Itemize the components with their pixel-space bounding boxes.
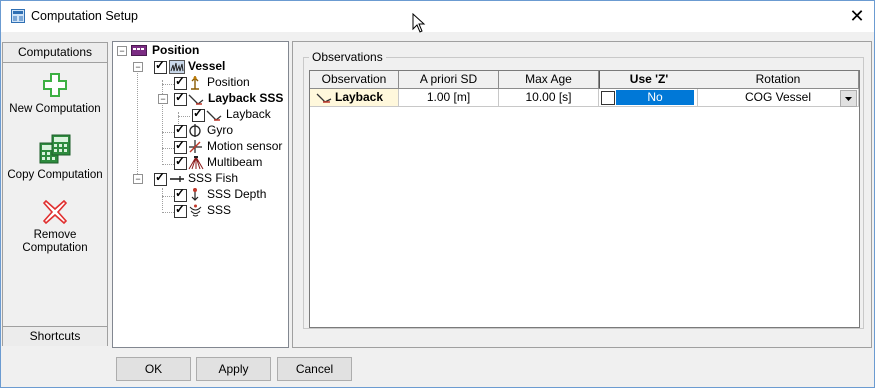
- computations-header[interactable]: Computations: [3, 43, 107, 63]
- mouse-cursor-icon: [412, 13, 426, 33]
- layback-icon: [316, 93, 332, 103]
- collapse-toggle[interactable]: −: [133, 174, 143, 184]
- new-computation-label: New Computation: [9, 103, 101, 115]
- layback-checkbox[interactable]: [192, 106, 205, 122]
- fish-icon: [170, 176, 184, 182]
- window-title: Computation Setup: [31, 9, 139, 23]
- tree-line: [162, 148, 174, 149]
- tree-item-sss-fish[interactable]: SSS Fish: [188, 170, 238, 186]
- calculator-icon: [39, 134, 71, 164]
- remove-computation-button[interactable]: Remove Computation: [3, 199, 107, 255]
- ok-button[interactable]: OK: [116, 357, 191, 381]
- tree-line: [162, 212, 174, 213]
- motion-sensor-icon: [189, 140, 202, 153]
- remove-x-icon: [42, 199, 68, 225]
- tree-item-multibeam[interactable]: Multibeam: [207, 154, 262, 170]
- antenna-icon: [191, 76, 199, 90]
- observations-grid: Observation A priori SD Max Age Use 'Z' …: [309, 70, 860, 328]
- remove-computation-label: Remove Computation: [22, 229, 88, 254]
- tree-item-sss-depth[interactable]: SSS Depth: [207, 186, 266, 202]
- multibeam-icon: [188, 156, 204, 170]
- app-icon: [11, 9, 25, 23]
- tree-item-vessel[interactable]: Vessel: [188, 58, 225, 74]
- collapse-toggle[interactable]: −: [117, 46, 127, 56]
- tree-item-layback-sss[interactable]: Layback SSS: [208, 90, 283, 106]
- rotation-dropdown[interactable]: COG Vessel: [698, 89, 859, 107]
- motion-sensor-checkbox[interactable]: [174, 138, 187, 154]
- layback-icon: [188, 94, 204, 105]
- sss-checkbox[interactable]: [174, 202, 187, 218]
- layback-sss-checkbox[interactable]: [174, 90, 187, 106]
- tree-item-position-root[interactable]: Position: [152, 42, 199, 58]
- tree-line: [137, 64, 138, 178]
- tree-line: [178, 116, 190, 117]
- tree-line: [162, 164, 174, 165]
- max-age-cell[interactable]: 10.00 [s]: [499, 89, 599, 107]
- a-priori-sd-cell[interactable]: 1.00 [m]: [399, 89, 499, 107]
- tree-line: [162, 196, 174, 197]
- apply-button[interactable]: Apply: [196, 357, 271, 381]
- tree-line: [162, 84, 174, 85]
- cancel-button[interactable]: Cancel: [277, 357, 352, 381]
- observations-group-label: Observations: [309, 50, 386, 64]
- tree-item-gyro[interactable]: Gyro: [207, 122, 233, 138]
- layback-icon: [206, 110, 222, 121]
- sonar-icon: [189, 204, 202, 217]
- sensor-tree: − Position − Vessel Position − Layback S…: [112, 41, 289, 348]
- sss-depth-checkbox[interactable]: [174, 186, 187, 202]
- column-header-max-age[interactable]: Max Age: [499, 71, 599, 89]
- shortcuts-header[interactable]: Shortcuts: [3, 326, 107, 346]
- column-header-observation[interactable]: Observation: [310, 71, 399, 89]
- tree-item-motion-sensor[interactable]: Motion sensor: [207, 138, 282, 154]
- copy-computation-label: Copy Computation: [7, 169, 103, 181]
- copy-computation-button[interactable]: Copy Computation: [3, 133, 107, 181]
- column-header-a-priori-sd[interactable]: A priori SD: [399, 71, 499, 89]
- position-checkbox[interactable]: [174, 74, 187, 90]
- close-button[interactable]: ✕: [846, 5, 868, 27]
- tree-item-position[interactable]: Position: [207, 74, 250, 90]
- observation-cell[interactable]: Layback: [310, 89, 399, 107]
- tree-item-layback[interactable]: Layback: [226, 106, 271, 122]
- gyro-icon: [189, 124, 201, 137]
- new-computation-button[interactable]: New Computation: [3, 71, 107, 115]
- vessel-icon: [169, 60, 185, 74]
- column-header-use-z[interactable]: Use 'Z': [599, 71, 699, 89]
- use-z-cell[interactable]: No: [599, 89, 698, 107]
- collapse-toggle[interactable]: −: [133, 62, 143, 72]
- sss-fish-checkbox[interactable]: [154, 170, 167, 186]
- collapse-toggle[interactable]: −: [158, 94, 168, 104]
- column-header-rotation[interactable]: Rotation: [698, 71, 859, 89]
- tree-line: [162, 132, 174, 133]
- multibeam-checkbox[interactable]: [174, 154, 187, 170]
- rotation-value: COG Vessel: [744, 90, 812, 104]
- use-z-value: No: [616, 90, 694, 105]
- title-bar: Computation Setup ✕: [1, 1, 874, 32]
- computations-panel: Computations New Computation Copy Comput…: [2, 42, 108, 346]
- gyro-checkbox[interactable]: [174, 122, 187, 138]
- observation-name: Layback: [335, 90, 384, 104]
- tree-line: [162, 80, 163, 162]
- position-icon: [131, 45, 147, 56]
- use-z-checkbox[interactable]: [601, 91, 615, 105]
- chevron-down-icon[interactable]: [840, 90, 857, 107]
- plus-icon: [43, 73, 67, 97]
- tree-line: [162, 188, 163, 210]
- depth-icon: [191, 188, 199, 201]
- vessel-checkbox[interactable]: [154, 58, 167, 74]
- tree-item-sss[interactable]: SSS: [207, 202, 231, 218]
